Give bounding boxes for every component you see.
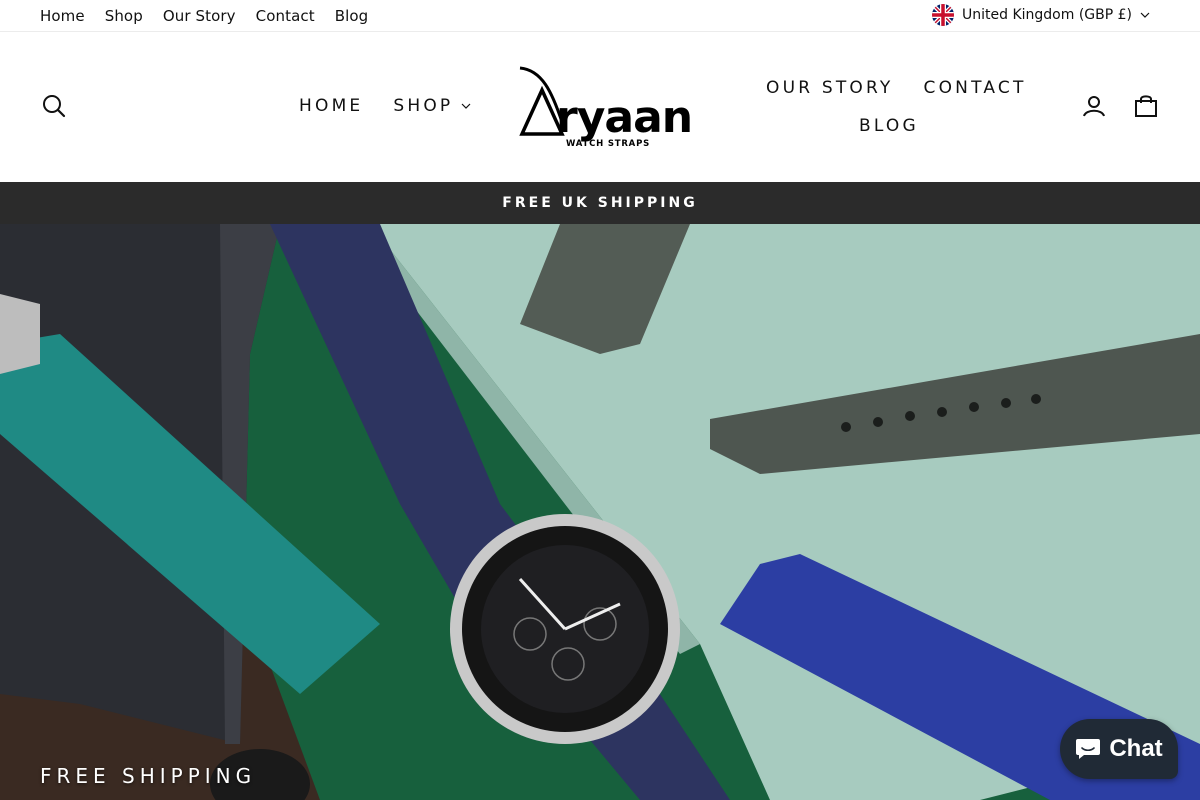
- hero-banner[interactable]: FREE SHIPPING: [0, 224, 1200, 800]
- hero-image: [0, 224, 1200, 800]
- chat-button[interactable]: Chat: [1060, 719, 1178, 779]
- cart-icon: [1135, 95, 1157, 117]
- chat-label: Chat: [1109, 735, 1163, 762]
- site-logo[interactable]: ryaan WATCH STRAPS: [512, 62, 692, 152]
- chevron-down-icon: [461, 103, 471, 109]
- nav-home[interactable]: HOME: [299, 96, 363, 116]
- cart-button[interactable]: [1132, 92, 1160, 120]
- site-header: HOME SHOP ryaan WATCH STRAPS OUR STORY C…: [0, 32, 1200, 182]
- announcement-text: FREE UK SHIPPING: [502, 195, 698, 211]
- nav-blog[interactable]: BLOG: [859, 116, 919, 136]
- utility-link-blog[interactable]: Blog: [335, 7, 369, 25]
- logo-wordmark: ryaan: [556, 92, 692, 143]
- nav-shop[interactable]: SHOP: [393, 96, 471, 116]
- nav-right-second-row: BLOG: [859, 116, 919, 136]
- logo-tagline: WATCH STRAPS: [566, 139, 650, 149]
- nav-left: HOME SHOP: [299, 96, 471, 116]
- utility-link-home[interactable]: Home: [40, 7, 85, 25]
- nav-right: OUR STORY CONTACT: [766, 78, 1027, 98]
- chat-bubble-icon: [1076, 739, 1101, 759]
- nav-shop-label: SHOP: [393, 96, 454, 116]
- nav-our-story[interactable]: OUR STORY: [766, 78, 894, 98]
- nav-contact[interactable]: CONTACT: [924, 78, 1027, 98]
- utility-link-contact[interactable]: Contact: [256, 7, 315, 25]
- chevron-down-icon: [1140, 12, 1150, 18]
- currency-label: United Kingdom (GBP £): [962, 7, 1132, 23]
- utility-bar: Home Shop Our Story Contact Blog United …: [0, 0, 1200, 32]
- search-icon: [43, 95, 66, 118]
- utility-links: Home Shop Our Story Contact Blog: [40, 0, 368, 32]
- account-button[interactable]: [1080, 92, 1108, 120]
- utility-link-our-story[interactable]: Our Story: [163, 7, 236, 25]
- account-icon: [1083, 96, 1105, 117]
- utility-link-shop[interactable]: Shop: [105, 7, 143, 25]
- announcement-bar: FREE UK SHIPPING: [0, 182, 1200, 224]
- uk-flag-icon: [932, 4, 954, 26]
- search-button[interactable]: [40, 92, 68, 120]
- hero-caption: FREE SHIPPING: [40, 764, 257, 788]
- currency-selector[interactable]: United Kingdom (GBP £): [932, 3, 1150, 27]
